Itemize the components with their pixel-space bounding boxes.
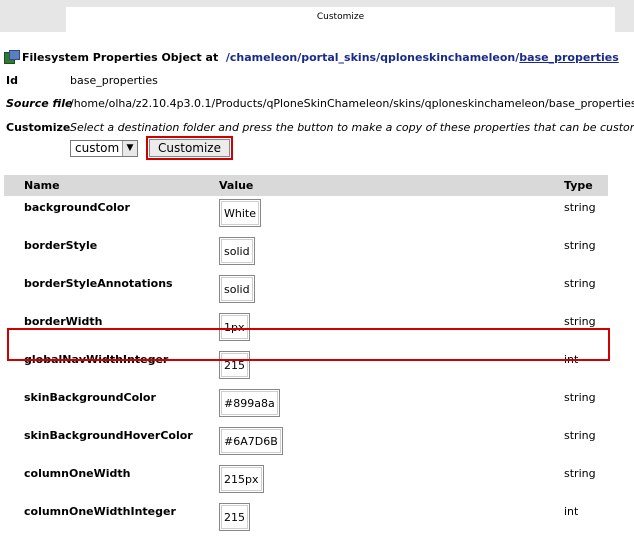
property-type: string <box>564 429 596 442</box>
table-row: borderStyleAnnotations solid string <box>4 272 608 310</box>
chevron-down-icon[interactable]: ▼ <box>122 140 137 156</box>
property-value: #899a8a <box>221 391 278 415</box>
property-value-input[interactable]: solid <box>219 237 255 265</box>
id-row: Id base_properties <box>6 74 158 87</box>
property-value-input[interactable]: solid <box>219 275 255 303</box>
property-name: backgroundColor <box>24 201 130 214</box>
property-value: White <box>221 201 259 225</box>
property-name: skinBackgroundColor <box>24 391 156 404</box>
breadcrumb: /chameleon/portal_skins/qploneskinchamel… <box>226 51 619 64</box>
id-value: base_properties <box>70 74 158 87</box>
tab-customize[interactable]: Customize <box>66 7 615 32</box>
column-header-name: Name <box>4 175 219 196</box>
customize-label: Customize <box>6 121 71 134</box>
row-highlight-box <box>7 328 610 361</box>
top-bar: Customize <box>0 0 634 32</box>
property-name: columnOneWidth <box>24 467 131 480</box>
breadcrumb-qploneskinchameleon[interactable]: /qploneskinchameleon <box>376 51 515 64</box>
column-header-type: Type <box>564 175 608 196</box>
property-value-input[interactable]: 215px <box>219 465 264 493</box>
property-type: string <box>564 239 596 252</box>
source-file-label: Source file <box>6 97 73 110</box>
table-row: skinBackgroundHoverColor #6A7D6B string <box>4 424 608 462</box>
customize-controls: custom ▼ Customize <box>70 136 233 160</box>
customize-button-highlight: Customize <box>146 136 233 160</box>
folder-select-value: custom <box>75 141 120 155</box>
folder-select[interactable]: custom ▼ <box>70 139 138 157</box>
property-type: string <box>564 467 596 480</box>
table-row: borderStyle solid string <box>4 234 608 272</box>
property-value-input[interactable]: White <box>219 199 261 227</box>
customize-row: CustomizeSelect a destination folder and… <box>6 121 634 134</box>
column-header-value: Value <box>219 175 564 196</box>
id-label: Id <box>6 74 18 87</box>
property-name: borderStyle <box>24 239 98 252</box>
filesystem-object-icon <box>4 50 20 64</box>
property-type: int <box>564 505 579 518</box>
property-value: 215 <box>221 505 248 529</box>
property-name: skinBackgroundHoverColor <box>24 429 193 442</box>
breadcrumb-portal-skins[interactable]: /portal_skins <box>297 51 376 64</box>
property-value: solid <box>221 277 253 301</box>
page-header: Filesystem Properties Object at /chamele… <box>4 48 619 66</box>
property-value-input[interactable]: #899a8a <box>219 389 280 417</box>
property-type: string <box>564 201 596 214</box>
table-header-row: Name Value Type <box>4 175 608 196</box>
property-value-input[interactable]: #6A7D6B <box>219 427 283 455</box>
source-file-row: Source file/home/olha/z2.10.4p3.0.1/Prod… <box>6 97 634 110</box>
table-row: backgroundColor White string <box>4 196 608 234</box>
customize-button[interactable]: Customize <box>149 139 230 157</box>
property-value: 215px <box>221 467 262 491</box>
property-type: string <box>564 277 596 290</box>
property-name: columnOneWidthInteger <box>24 505 176 518</box>
property-value: #6A7D6B <box>221 429 281 453</box>
property-value-input[interactable]: 215 <box>219 503 250 531</box>
property-value: solid <box>221 239 253 263</box>
customize-description: Select a destination folder and press th… <box>70 121 634 134</box>
table-row: skinBackgroundColor #899a8a string <box>4 386 608 424</box>
breadcrumb-chameleon[interactable]: /chameleon <box>226 51 297 64</box>
table-row: columnOneWidth 215px string <box>4 462 608 500</box>
source-file-value: /home/olha/z2.10.4p3.0.1/Products/qPlone… <box>70 97 634 110</box>
property-name: borderStyleAnnotations <box>24 277 173 290</box>
breadcrumb-base-properties[interactable]: base_properties <box>519 51 618 64</box>
table-row: columnOneWidthInteger 215 int <box>4 500 608 538</box>
page-title: Filesystem Properties Object at <box>22 50 219 64</box>
property-type: string <box>564 391 596 404</box>
